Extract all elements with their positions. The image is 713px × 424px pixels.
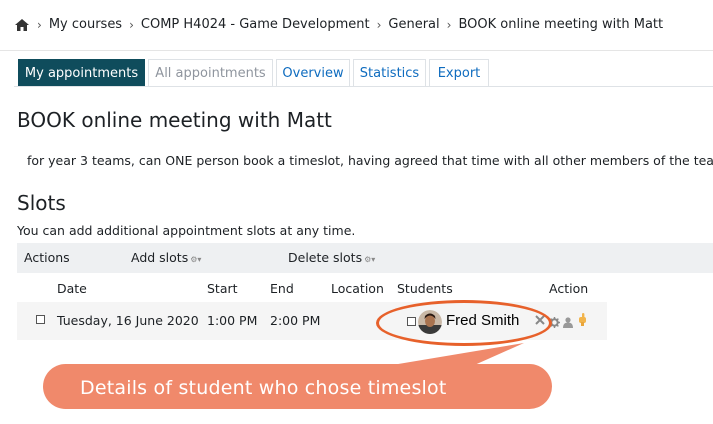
callout-text: Details of student who chose timeslot [80, 377, 447, 399]
callout-bubble [43, 343, 552, 409]
